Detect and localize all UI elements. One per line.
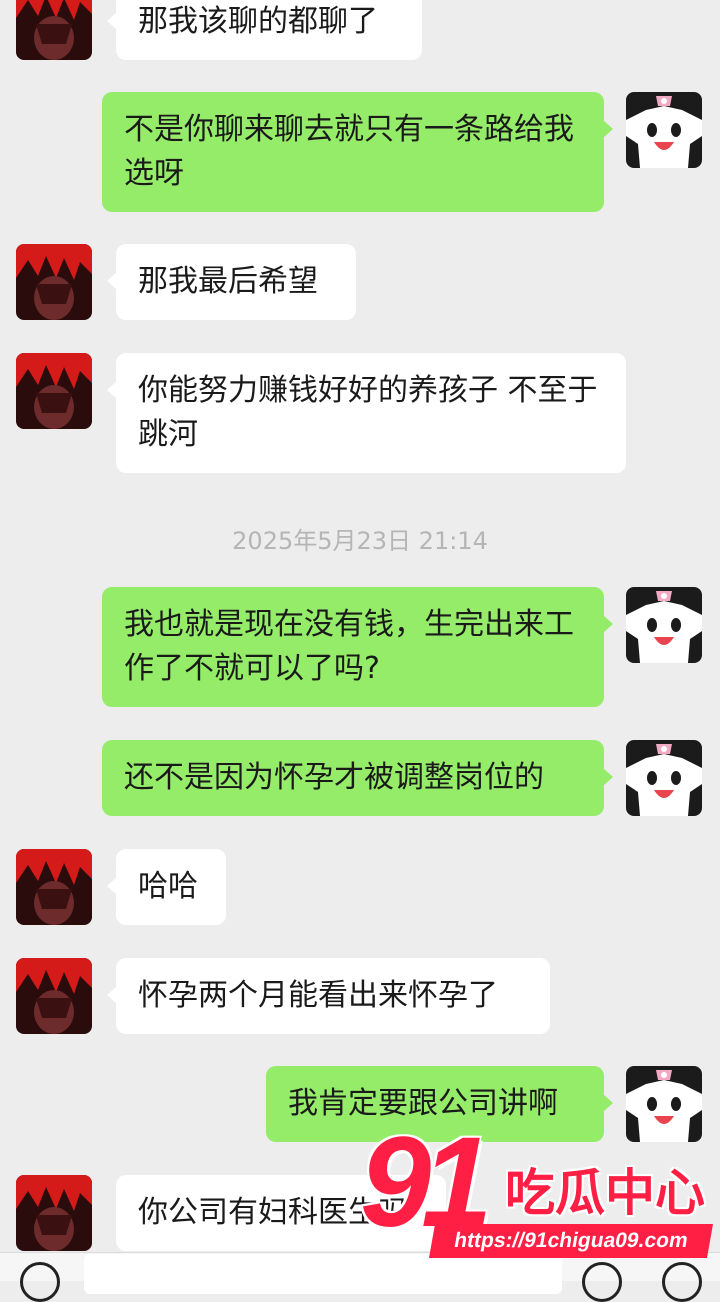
kuromi-avatar-icon — [626, 587, 702, 663]
message-text: 那我该聊的都聊了 — [138, 4, 378, 39]
contact-avatar[interactable] — [16, 958, 92, 1034]
kuromi-avatar-icon — [626, 1066, 702, 1142]
watermark-title: 吃瓜中心 — [505, 1164, 705, 1222]
red-haired-anime-avatar-icon — [16, 244, 92, 320]
message-bubble[interactable]: 怀孕两个月能看出来怀孕了 — [107, 958, 550, 1034]
contact-avatar[interactable] — [16, 0, 92, 60]
message-input[interactable] — [84, 1254, 562, 1294]
message-text: 那我最后希望 — [138, 264, 318, 299]
red-haired-anime-avatar-icon — [16, 0, 92, 60]
message-text: 我也就是现在没有钱，生完出来工作了不就可以了吗? — [124, 607, 574, 686]
watermark-url: https://91chigua09.com — [429, 1224, 713, 1258]
red-haired-anime-avatar-icon — [16, 958, 92, 1034]
red-haired-anime-avatar-icon — [16, 353, 92, 429]
message-bubble[interactable]: 你能努力赚钱好好的养孩子 不至于跳河 — [107, 353, 626, 473]
message-text: 怀孕两个月能看出来怀孕了 — [138, 978, 498, 1013]
message-text: 哈哈 — [138, 869, 198, 904]
kuromi-avatar-icon — [626, 740, 702, 816]
message-text: 不是你聊来聊去就只有一条路给我选呀 — [124, 112, 574, 191]
message-bubble[interactable]: 那我最后希望 — [107, 244, 356, 320]
kuromi-avatar-icon — [626, 92, 702, 168]
contact-avatar[interactable] — [16, 1175, 92, 1251]
self-avatar[interactable] — [626, 92, 702, 168]
red-haired-anime-avatar-icon — [16, 1175, 92, 1251]
red-haired-anime-avatar-icon — [16, 849, 92, 925]
emoji-icon[interactable] — [582, 1262, 622, 1302]
self-avatar[interactable] — [626, 740, 702, 816]
self-avatar[interactable] — [626, 587, 702, 663]
message-bubble[interactable]: 我也就是现在没有钱，生完出来工作了不就可以了吗? — [102, 587, 613, 707]
message-bubble[interactable]: 不是你聊来聊去就只有一条路给我选呀 — [102, 92, 613, 212]
add-icon[interactable] — [662, 1262, 702, 1302]
self-avatar[interactable] — [626, 1066, 702, 1142]
message-text: 还不是因为怀孕才被调整岗位的 — [124, 760, 544, 795]
message-bubble[interactable]: 还不是因为怀孕才被调整岗位的 — [102, 740, 613, 816]
contact-avatar[interactable] — [16, 353, 92, 429]
chat-timestamp: 2025年5月23日 21:14 — [232, 527, 488, 555]
message-bubble[interactable]: 哈哈 — [107, 849, 226, 925]
contact-avatar[interactable] — [16, 849, 92, 925]
message-text: 你能努力赚钱好好的养孩子 不至于跳河 — [138, 373, 598, 452]
voice-icon[interactable] — [20, 1262, 60, 1302]
message-bubble[interactable]: 那我该聊的都聊了 — [107, 0, 422, 60]
contact-avatar[interactable] — [16, 244, 92, 320]
